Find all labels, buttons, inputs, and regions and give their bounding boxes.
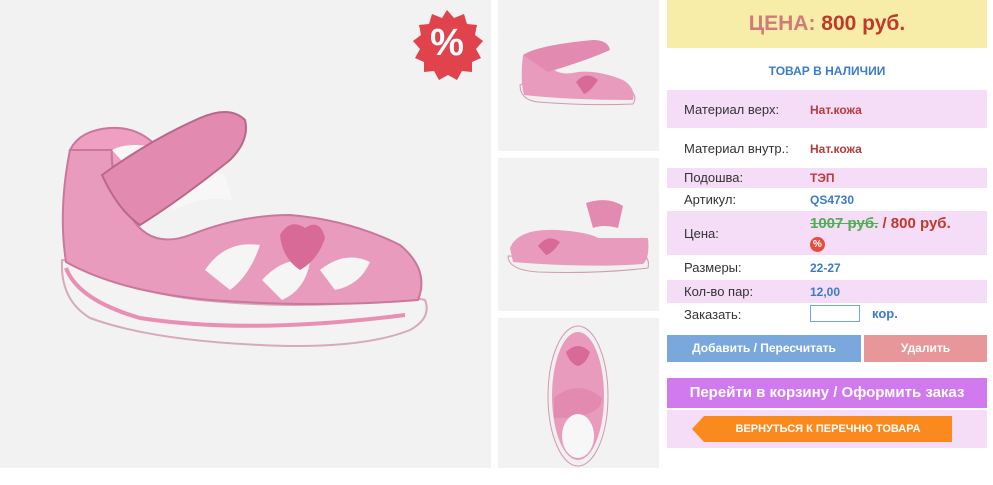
go-to-cart-button[interactable]: Перейти в корзину / Оформить заказ [667,378,987,408]
old-price: 1007 руб. [810,215,879,232]
thumbnail-image [507,200,649,273]
spec-value: QS4730 [810,193,855,207]
stock-status: ТОВАР В НАЛИЧИИ [768,64,886,78]
spec-value: Нат.кожа [810,103,862,117]
spec-row-sizes: Размеры: 22-27 [667,256,987,280]
thumbnail-image [519,40,636,106]
discount-badge: % [410,8,484,82]
spec-label: Подошва: [684,170,744,185]
back-to-list-button[interactable]: ВЕРНУТЬСЯ К ПЕРЕЧНЮ ТОВАРА [692,416,952,442]
back-button-container: ВЕРНУТЬСЯ К ПЕРЕЧНЮ ТОВАРА [667,410,987,448]
thumbnail-2[interactable] [498,158,659,311]
discount-badge-label: % [430,22,464,64]
new-price: 800 руб. [890,215,951,232]
spec-label: Цена: [684,226,719,241]
price-value: 800 руб. [821,12,906,35]
spec-row-order: Заказать: кор. [667,304,987,329]
spec-value: 12,00 [810,285,841,299]
spec-table: Материал верх: Нат.кожа Материал внутр.:… [667,90,987,329]
spec-label: Размеры: [684,260,742,275]
thumbnail-image [547,325,609,467]
spec-value: ТЭП [810,171,835,185]
delete-button[interactable]: Удалить [864,335,987,362]
spec-label: Заказать: [684,307,742,322]
unit-label: кор. [872,306,898,321]
thumbnail-1[interactable] [498,0,659,151]
spec-row-sole: Подошва: ТЭП [667,168,987,189]
spec-label: Материал внутр.: [684,141,789,156]
back-button-label: ВЕРНУТЬСЯ К ПЕРЕЧНЮ ТОВАРА [735,423,921,435]
price-header: ЦЕНА: 800 руб. [667,0,987,48]
spec-row-pairs: Кол-во пар: 12,00 [667,280,987,304]
add-recalculate-button[interactable]: Добавить / Пересчитать [667,335,861,362]
thumbnail-3[interactable] [498,318,659,468]
spec-row-price: Цена: 1007 руб. / 800 руб. % [667,211,987,256]
spec-value: 22-27 [810,261,841,275]
price-label: ЦЕНА: [748,12,816,35]
spec-row-upper-material: Материал верх: Нат.кожа [667,90,987,129]
price-comparison: 1007 руб. / 800 руб. % [810,214,985,253]
spec-label: Кол-во пар: [684,284,754,299]
spec-row-article: Артикул: QS4730 [667,189,987,211]
discount-icon: % [810,237,825,252]
order-quantity-input[interactable] [810,305,860,322]
spec-label: Артикул: [684,192,737,207]
price-separator: / [878,215,891,232]
arrow-left-icon [692,416,704,442]
spec-value: Нат.кожа [810,142,862,156]
spec-row-inner-material: Материал внутр.: Нат.кожа [667,129,987,168]
spec-label: Материал верх: [684,102,780,117]
